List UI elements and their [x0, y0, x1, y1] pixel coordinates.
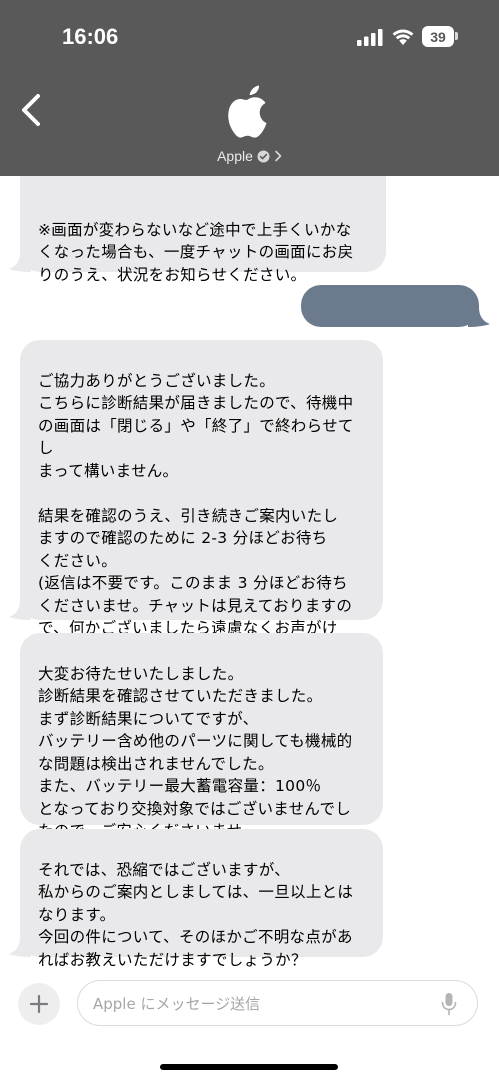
- battery-icon: 39: [422, 26, 454, 47]
- microphone-icon[interactable]: [441, 992, 457, 1016]
- outgoing-message-bubble[interactable]: 診断が完了しました: [300, 285, 479, 357]
- chat-header: 16:06 39 Apple: [0, 0, 499, 176]
- contact-info-button[interactable]: Apple: [0, 148, 499, 164]
- wifi-icon: [392, 29, 414, 45]
- bubble-tail: [468, 307, 490, 327]
- bubble-tail: [9, 937, 31, 957]
- contact-name: Apple: [217, 148, 253, 164]
- back-button[interactable]: [14, 88, 48, 132]
- chevron-left-icon: [22, 94, 40, 126]
- message-text: ※画面が変わらないなど途中で上手くいかな くなった場合も、一度チャットの画面にお…: [38, 220, 354, 284]
- home-indicator[interactable]: [160, 1064, 338, 1070]
- battery-tip: [455, 32, 458, 40]
- message-text: 大変お待たせいたしました。 診断結果を確認させていただきました。 まず診断結果に…: [38, 664, 353, 841]
- incoming-message-bubble[interactable]: 大変お待たせいたしました。 診断結果を確認させていただきました。 まず診断結果に…: [20, 633, 383, 840]
- bubble-tail: [9, 252, 31, 272]
- chevron-right-icon: [275, 150, 282, 162]
- status-time: 16:06: [62, 24, 119, 49]
- add-attachment-button[interactable]: [18, 983, 60, 1025]
- message-text: ご協力ありがとうございました。 こちらに診断結果が届きましたので、待機中 の画面…: [38, 371, 354, 660]
- message-input[interactable]: Apple にメッセージ送信: [77, 980, 478, 1026]
- signal-icon: [357, 29, 383, 46]
- incoming-message-bubble[interactable]: ※画面が変わらないなど途中で上手くいかな くなった場合も、一度チャットの画面にお…: [20, 176, 386, 284]
- message-placeholder: Apple にメッセージ送信: [93, 995, 261, 1013]
- apple-logo-icon[interactable]: [224, 84, 272, 140]
- incoming-message-bubble[interactable]: それでは、恐縮ではございますが、 私からのご案内としましては、一旦以上とは なり…: [20, 829, 383, 969]
- plus-icon: [29, 994, 49, 1014]
- bubble-tail: [9, 600, 31, 620]
- verified-badge-icon: [257, 150, 270, 162]
- message-text: それでは、恐縮ではございますが、 私からのご案内としましては、一旦以上とは なり…: [38, 860, 354, 969]
- incoming-message-bubble[interactable]: ご協力ありがとうございました。 こちらに診断結果が届きましたので、待機中 の画面…: [20, 340, 383, 660]
